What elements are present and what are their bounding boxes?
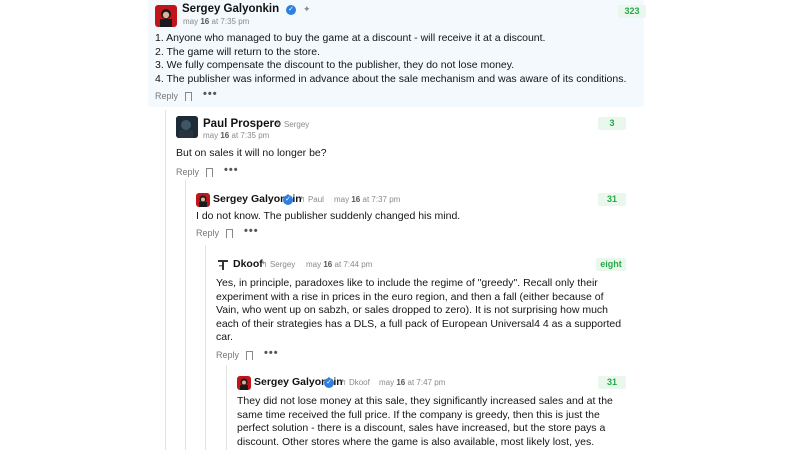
avatar[interactable]	[155, 5, 177, 27]
author-name[interactable]: Sergey Galyonkin	[182, 3, 279, 15]
comment-actions: Reply •••	[196, 225, 626, 242]
comment-actions: Reply •••	[216, 347, 626, 364]
thread-line	[185, 180, 186, 450]
comment-line: experiment with a rise in prices in the …	[216, 290, 604, 303]
thread-line	[165, 110, 166, 450]
reply-button[interactable]: Reply	[196, 228, 219, 238]
comment-line: 1. Anyone who managed to buy the game at…	[155, 32, 546, 44]
reply-arrow-icon: ↰	[340, 378, 347, 387]
comment-line: Vain, who went up on sabzh, or sales dro…	[216, 304, 609, 316]
pin-icon: ✦	[303, 4, 311, 14]
rating-badge[interactable]: eight	[596, 258, 626, 271]
rating-badge[interactable]: 31	[598, 193, 626, 206]
comment-actions: Reply •••	[176, 164, 626, 181]
avatar[interactable]	[176, 116, 198, 138]
comment-line: perfect solution - there is a discount, …	[237, 422, 606, 434]
reply-arrow-icon: ↰	[299, 195, 306, 204]
bookmark-icon[interactable]	[206, 167, 213, 180]
timestamp[interactable]: may 16 at 7:37 pm	[334, 195, 400, 204]
reply-button[interactable]: Reply	[176, 167, 199, 177]
comment-line: But on sales it will no longer be?	[176, 147, 327, 159]
more-options-icon[interactable]: •••	[244, 225, 259, 237]
verified-icon: ✓	[286, 5, 296, 15]
comment-line: 4. The publisher was informed in advance…	[155, 72, 627, 85]
comment-body: But on sales it will no longer be?	[176, 147, 626, 161]
avatar[interactable]	[237, 376, 251, 390]
comment-line: each of their strategies has a DLS, a fu…	[216, 317, 622, 330]
comment-line: car.	[216, 331, 233, 343]
bookmark-icon[interactable]	[226, 228, 233, 241]
comment-body: I do not know. The publisher suddenly ch…	[196, 210, 626, 224]
comment: Sergey Galyonkin ✓ ↰ Paul may 16 at 7:37…	[196, 190, 626, 242]
timestamp[interactable]: may 16 at 7:35 pm	[203, 131, 269, 140]
comment: Sergey Galyonkin ✓ ✦ may 16 at 7:35 pm 3…	[148, 0, 646, 107]
comment-line: discount. Other stores where the game is…	[237, 435, 595, 448]
comment-body: 1. Anyone who managed to buy the game at…	[155, 32, 644, 86]
author-name[interactable]: Paul Prospero	[203, 118, 281, 130]
reply-arrow-icon: ↰	[275, 120, 282, 129]
more-options-icon[interactable]: •••	[203, 88, 218, 100]
comment: Dkoof ↰ Sergey may 16 at 7:44 pm eight Y…	[216, 255, 626, 364]
verified-icon: ✓	[283, 195, 293, 205]
comment-actions: Reply •••	[155, 88, 644, 105]
timestamp[interactable]: may 16 at 7:47 pm	[379, 378, 445, 387]
thread-line	[205, 245, 206, 450]
reply-arrow-icon: ↰	[261, 260, 268, 269]
bookmark-icon[interactable]	[246, 350, 253, 363]
avatar[interactable]	[196, 193, 210, 207]
comment: Sergey Galyonkin ✓ ↰ Dkoof may 16 at 7:4…	[237, 373, 626, 449]
timestamp[interactable]: may 16 at 7:44 pm	[306, 260, 372, 269]
timestamp[interactable]: may 16 at 7:35 pm	[183, 17, 249, 26]
more-options-icon[interactable]: •••	[264, 347, 279, 359]
rating-badge[interactable]: 3	[598, 117, 626, 130]
thread-line	[226, 365, 227, 450]
comment-line: Yes, in principle, paradoxes like to inc…	[216, 277, 598, 289]
reply-to[interactable]: ↰ Sergey	[261, 260, 295, 269]
reply-button[interactable]: Reply	[216, 350, 239, 360]
comment: Paul Prospero ↰ Sergey may 16 at 7:35 pm…	[176, 114, 626, 181]
comment-body: They did not lose money at this sale, th…	[237, 395, 626, 449]
comment-line: 3. We fully compensate the discount to t…	[155, 59, 515, 71]
more-options-icon[interactable]: •••	[224, 164, 239, 176]
rating-badge[interactable]: 31	[598, 376, 626, 389]
verified-icon: ✓	[324, 378, 334, 388]
reply-to[interactable]: ↰ Paul	[299, 195, 324, 204]
reply-to[interactable]: ↰ Sergey	[275, 120, 309, 129]
comment-body: Yes, in principle, paradoxes like to inc…	[216, 277, 626, 345]
rating-badge[interactable]: 323	[618, 5, 646, 18]
comment-line: They did not lose money at this sale, th…	[237, 395, 613, 407]
reply-button[interactable]: Reply	[155, 91, 178, 101]
avatar[interactable]	[216, 258, 230, 272]
reply-to[interactable]: ↰ Dkoof	[340, 378, 370, 387]
comment-line: same time received the full price. If th…	[237, 408, 600, 421]
bookmark-icon[interactable]	[185, 92, 192, 104]
comment-line: I do not know. The publisher suddenly ch…	[196, 210, 461, 222]
comment-line: 2. The game will return to the store.	[155, 45, 320, 58]
author-name[interactable]: Dkoof	[233, 258, 263, 270]
